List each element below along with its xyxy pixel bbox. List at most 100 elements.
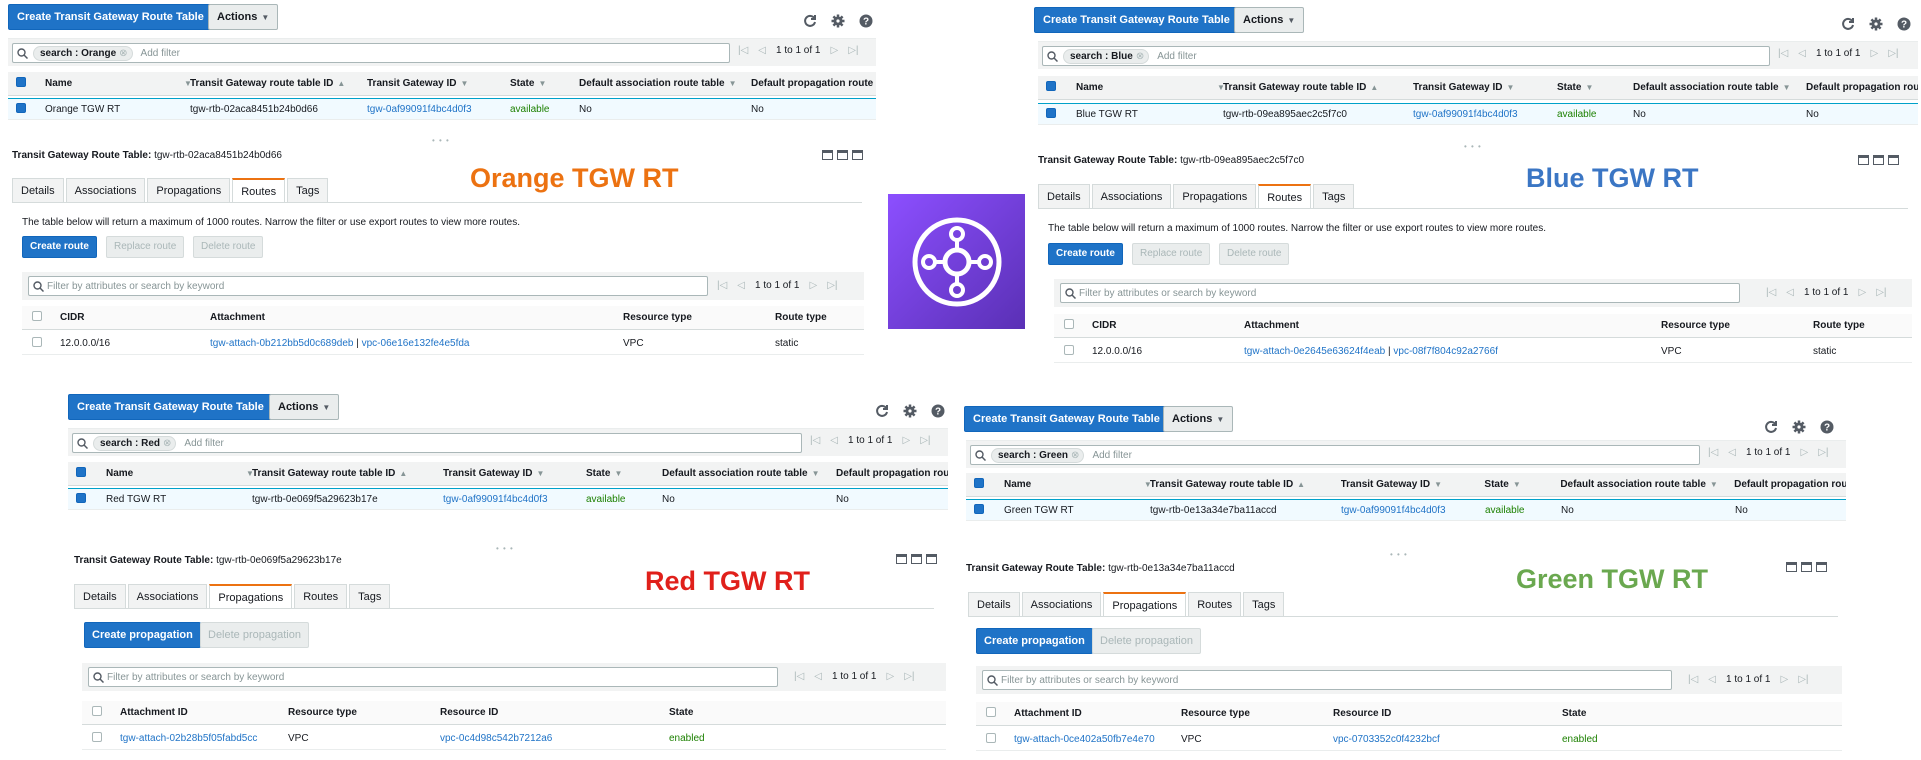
prev-page-icon[interactable]: ◁ [1728, 447, 1736, 458]
row-checkbox[interactable] [16, 102, 26, 113]
next-page-icon[interactable]: ▷ [886, 671, 894, 682]
first-page-icon[interactable]: |◁ [1708, 447, 1718, 458]
col-state[interactable]: State ▼ [510, 78, 579, 89]
first-page-icon[interactable]: |◁ [738, 45, 748, 56]
tab-details[interactable]: Details [12, 178, 64, 202]
tab-propagations[interactable]: Propagations [147, 178, 231, 202]
tab-tags[interactable]: Tags [1243, 592, 1285, 616]
prev-page-icon[interactable]: ◁ [737, 280, 745, 291]
tab-details[interactable]: Details [74, 584, 126, 608]
split-side-icon[interactable] [837, 150, 848, 160]
col-rt-id[interactable]: Transit Gateway route table ID ▲ [190, 78, 367, 89]
search-input[interactable]: search : Red ⊗ Add filter [72, 433, 802, 453]
tab-tags[interactable]: Tags [349, 584, 391, 608]
col-assoc[interactable]: Default association route table ▼ [1633, 82, 1806, 93]
actions-button[interactable]: Actions ▼ [269, 394, 340, 420]
propagation-row[interactable]: tgw-attach-02b28b5f05fabd5cc VPC vpc-0c4… [82, 728, 946, 750]
last-page-icon[interactable]: ▷| [848, 45, 858, 56]
col-assoc[interactable]: Default association route table ▼ [579, 78, 751, 89]
prev-page-icon[interactable]: ◁ [830, 435, 838, 446]
search-input[interactable]: search : Green ⊗ Add filter [970, 445, 1700, 465]
first-page-icon[interactable]: |◁ [1778, 48, 1788, 59]
last-page-icon[interactable]: ▷| [1876, 287, 1886, 298]
split-bottom-icon[interactable] [822, 150, 833, 160]
table-row[interactable]: Blue TGW RT tgw-rtb-09ea895aec2c5f7c0 tg… [1038, 103, 1918, 125]
tab-routes[interactable]: Routes [294, 584, 348, 608]
attachment-link[interactable]: tgw-attach-0b212bb5d0c689deb [210, 338, 353, 349]
col-assoc[interactable]: Default association route table ▼ [1560, 479, 1734, 490]
col-rt-id[interactable]: Transit Gateway route table ID ▲ [252, 468, 443, 479]
search-token[interactable]: search : Orange ⊗ [33, 45, 133, 61]
row-checkbox[interactable] [32, 337, 42, 347]
col-prop[interactable]: Default propagation route [1734, 479, 1846, 490]
prev-page-icon[interactable]: ◁ [1798, 48, 1806, 59]
row-checkbox[interactable] [1046, 107, 1056, 118]
last-page-icon[interactable]: ▷| [1888, 48, 1898, 59]
tab-propagations[interactable]: Propagations [209, 584, 293, 608]
propagations-filter-input[interactable]: Filter by attributes or search by keywor… [88, 667, 778, 687]
col-state[interactable]: State ▼ [1557, 82, 1633, 93]
tab-routes[interactable]: Routes [1188, 592, 1242, 616]
delete-route-button[interactable]: Delete route [193, 236, 264, 258]
row-tgw-link[interactable]: tgw-0af99091f4bc4d0f3 [1341, 505, 1485, 516]
row-checkbox[interactable] [974, 503, 984, 514]
prev-page-icon[interactable]: ◁ [1708, 674, 1716, 685]
actions-button[interactable]: Actions ▼ [208, 4, 279, 30]
last-page-icon[interactable]: ▷| [1818, 447, 1828, 458]
help-icon[interactable]: ? [931, 404, 945, 418]
search-token[interactable]: search : Blue ⊗ [1063, 48, 1150, 64]
col-prop[interactable]: Default propagation route [751, 78, 876, 89]
split-bottom-icon[interactable] [1786, 562, 1797, 572]
create-route-table-button[interactable]: Create Transit Gateway Route Table [964, 406, 1169, 432]
resize-grip[interactable]: • • • [432, 136, 450, 145]
gear-icon[interactable] [831, 14, 845, 28]
route-row[interactable]: 12.0.0.0/16 tgw-attach-0e2645e63624f4eab… [1054, 341, 1912, 363]
fullscreen-icon[interactable] [1888, 155, 1899, 165]
remove-token-icon[interactable]: ⊗ [163, 438, 171, 449]
routes-filter-input[interactable]: Filter by attributes or search by keywor… [28, 276, 708, 296]
prev-page-icon[interactable]: ◁ [1786, 287, 1794, 298]
create-route-table-button[interactable]: Create Transit Gateway Route Table [1034, 7, 1239, 33]
next-page-icon[interactable]: ▷ [809, 280, 817, 291]
last-page-icon[interactable]: ▷| [920, 435, 930, 446]
actions-button[interactable]: Actions ▼ [1234, 7, 1305, 33]
refresh-icon[interactable] [1841, 17, 1855, 31]
split-side-icon[interactable] [911, 554, 922, 564]
refresh-icon[interactable] [875, 404, 889, 418]
row-tgw-link[interactable]: tgw-0af99091f4bc4d0f3 [1413, 109, 1557, 120]
vpc-link[interactable]: vpc-0703352c0f4232bcf [1333, 734, 1562, 745]
delete-propagation-button[interactable]: Delete propagation [1092, 628, 1201, 654]
replace-route-button[interactable]: Replace route [106, 236, 185, 258]
select-all-checkbox[interactable] [92, 706, 102, 716]
tab-associations[interactable]: Associations [1091, 184, 1172, 208]
col-tgw-id[interactable]: Transit Gateway ID ▼ [367, 78, 510, 89]
search-token[interactable]: search : Red ⊗ [93, 435, 177, 451]
next-page-icon[interactable]: ▷ [1858, 287, 1866, 298]
delete-propagation-button[interactable]: Delete propagation [200, 622, 309, 648]
select-all-checkbox[interactable] [986, 707, 996, 717]
resize-grip[interactable]: • • • [1390, 550, 1408, 559]
prev-page-icon[interactable]: ◁ [758, 45, 766, 56]
col-prop[interactable]: Default propagation route [1806, 82, 1918, 93]
search-input[interactable]: search : Orange ⊗ Add filter [12, 43, 730, 63]
tab-associations[interactable]: Associations [127, 584, 208, 608]
split-bottom-icon[interactable] [1858, 155, 1869, 165]
col-state[interactable]: State ▼ [586, 468, 662, 479]
next-page-icon[interactable]: ▷ [1780, 674, 1788, 685]
route-row[interactable]: 12.0.0.0/16 tgw-attach-0b212bb5d0c689deb… [22, 333, 864, 355]
last-page-icon[interactable]: ▷| [827, 280, 837, 291]
first-page-icon[interactable]: |◁ [1688, 674, 1698, 685]
help-icon[interactable]: ? [1820, 420, 1834, 434]
actions-button[interactable]: Actions ▼ [1163, 406, 1234, 432]
row-checkbox[interactable] [76, 492, 86, 503]
refresh-icon[interactable] [803, 14, 817, 28]
col-tgw-id[interactable]: Transit Gateway ID ▼ [1413, 82, 1557, 93]
attachment-link[interactable]: tgw-attach-0ce402a50fb7e4e70 [1014, 734, 1181, 745]
last-page-icon[interactable]: ▷| [904, 671, 914, 682]
resize-grip[interactable]: • • • [496, 544, 514, 553]
split-side-icon[interactable] [1801, 562, 1812, 572]
col-prop[interactable]: Default propagation route [836, 468, 948, 479]
first-page-icon[interactable]: |◁ [794, 671, 804, 682]
gear-icon[interactable] [1792, 420, 1806, 434]
tab-tags[interactable]: Tags [287, 178, 329, 202]
